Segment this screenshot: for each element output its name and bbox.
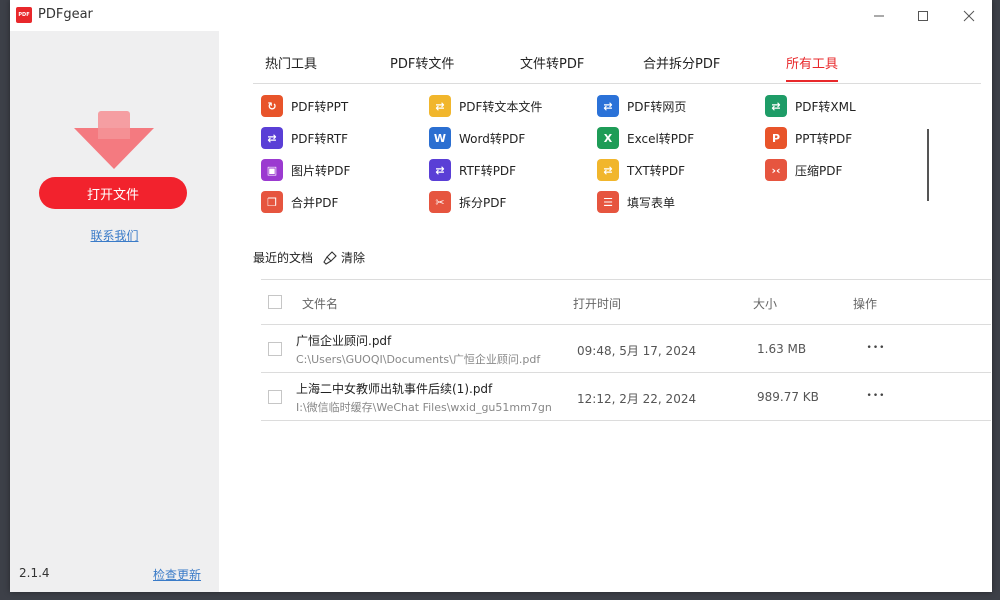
merge-pdf-icon: ❐ (261, 191, 283, 213)
file-name: 广恒企业顾问.pdf (296, 334, 392, 348)
minimize-button[interactable] (856, 0, 902, 31)
tool-label: PPT转PDF (795, 131, 853, 146)
tab-pdf-to-file[interactable]: PDF转文件 (390, 53, 454, 80)
row-checkbox[interactable] (268, 342, 282, 356)
app-title: PDFgear (38, 7, 93, 22)
tool-label: RTF转PDF (459, 163, 517, 178)
pdf-to-rtf-icon: ⇄ (261, 127, 283, 149)
tool-excel-to-pdf[interactable]: X Excel转PDF (597, 126, 694, 150)
tools-scrollbar[interactable] (927, 129, 929, 201)
tool-image-to-pdf[interactable]: ▣ 图片转PDF (261, 158, 350, 182)
pdf-to-xml-icon: ⇄ (765, 95, 787, 117)
recent-header: 最近的文档 清除 (253, 249, 365, 266)
pdf-to-ppt-icon: ↻ (261, 95, 283, 117)
table-row[interactable]: 广恒企业顾问.pdf C:\Users\GUOQI\Documents\广恒企业… (261, 325, 991, 373)
tool-label: PDF转XML (795, 99, 856, 114)
more-options-button[interactable]: ••• (865, 337, 887, 359)
tool-label: PDF转文本文件 (459, 99, 543, 114)
row-checkbox[interactable] (268, 390, 282, 404)
tool-fill-form[interactable]: ☰ 填写表单 (597, 190, 675, 214)
tool-tabs: 热门工具 PDF转文件 文件转PDF 合并拆分PDF 所有工具 (253, 31, 981, 84)
open-time: 12:12, 2月 22, 2024 (577, 392, 697, 406)
check-update-link[interactable]: 检查更新 (153, 566, 201, 583)
recent-files-table: 文件名 打开时间 大小 操作 广恒企业顾问.pdf C:\Users\GUOQI… (261, 279, 991, 421)
contact-us-link[interactable]: 联系我们 (10, 227, 219, 244)
tool-pdf-to-xml[interactable]: ⇄ PDF转XML (765, 94, 856, 118)
table-row[interactable]: 上海二中女教师出轨事件后续(1).pdf I:\微信临时缓存\WeChat Fi… (261, 373, 991, 421)
tool-word-to-pdf[interactable]: W Word转PDF (429, 126, 525, 150)
close-icon (963, 10, 975, 21)
tool-pdf-to-rtf[interactable]: ⇄ PDF转RTF (261, 126, 348, 150)
tool-label: Excel转PDF (627, 131, 695, 146)
column-actions: 操作 (853, 297, 878, 311)
image-to-pdf-icon: ▣ (261, 159, 283, 181)
select-all-checkbox[interactable] (268, 295, 282, 309)
app-logo-icon: PDF (16, 7, 32, 23)
word-to-pdf-icon: W (429, 127, 451, 149)
column-file-name: 文件名 (302, 297, 339, 311)
title-bar: PDF PDFgear (10, 0, 992, 31)
column-size: 大小 (753, 297, 778, 311)
tool-label: 压缩PDF (795, 163, 843, 178)
file-size: 1.63 MB (757, 342, 807, 356)
open-time: 09:48, 5月 17, 2024 (577, 344, 697, 358)
broom-icon (323, 250, 337, 265)
tool-split-pdf[interactable]: ✂ 拆分PDF (429, 190, 506, 214)
tab-merge-split[interactable]: 合并拆分PDF (643, 53, 720, 80)
close-button[interactable] (946, 0, 992, 31)
clear-label: 清除 (341, 251, 366, 265)
tool-label: 填写表单 (627, 195, 676, 210)
tool-label: PDF转PPT (291, 99, 349, 114)
maximize-button[interactable] (900, 0, 946, 31)
tab-file-to-pdf[interactable]: 文件转PDF (520, 53, 584, 80)
tool-txt-to-pdf[interactable]: ⇄ TXT转PDF (597, 158, 685, 182)
ppt-to-pdf-icon: P (765, 127, 787, 149)
tool-label: TXT转PDF (627, 163, 686, 178)
rtf-to-pdf-icon: ⇄ (429, 159, 451, 181)
column-open-time: 打开时间 (573, 297, 622, 311)
file-size: 989.77 KB (757, 390, 819, 404)
tab-hot-tools[interactable]: 热门工具 (265, 53, 317, 80)
file-name: 上海二中女教师出轨事件后续(1).pdf (296, 382, 493, 396)
tool-pdf-to-ppt[interactable]: ↻ PDF转PPT (261, 94, 348, 118)
excel-to-pdf-icon: X (597, 127, 619, 149)
tool-label: 图片转PDF (291, 163, 351, 178)
tool-pdf-to-html[interactable]: ⇄ PDF转网页 (597, 94, 686, 118)
open-file-arrow-icon (74, 111, 154, 169)
tool-pdf-to-txt[interactable]: ⇄ PDF转文本文件 (429, 94, 542, 118)
txt-to-pdf-icon: ⇄ (597, 159, 619, 181)
clear-button[interactable]: 清除 (323, 249, 365, 266)
sidebar: 打开文件 联系我们 2.1.4 检查更新 (10, 31, 219, 592)
split-pdf-icon: ✂ (429, 191, 451, 213)
minimize-icon (874, 15, 884, 16)
file-path: C:\Users\GUOQI\Documents\广恒企业顾问.pdf (296, 353, 541, 366)
app-window: PDF PDFgear 打开文件 联系我们 2.1.4 检查更新 热门工具 PD… (10, 0, 992, 592)
tool-label: PDF转RTF (291, 131, 349, 146)
fill-form-icon: ☰ (597, 191, 619, 213)
more-options-button[interactable]: ••• (865, 385, 887, 407)
tool-label: PDF转网页 (627, 99, 687, 114)
tool-rtf-to-pdf[interactable]: ⇄ RTF转PDF (429, 158, 516, 182)
tool-compress-pdf[interactable]: ›‹ 压缩PDF (765, 158, 842, 182)
file-path: I:\微信临时缓存\WeChat Files\wxid_gu51mm7gn (296, 401, 552, 414)
tool-ppt-to-pdf[interactable]: P PPT转PDF (765, 126, 852, 150)
maximize-icon (918, 10, 928, 21)
pdf-to-html-icon: ⇄ (597, 95, 619, 117)
tool-merge-pdf[interactable]: ❐ 合并PDF (261, 190, 338, 214)
tab-all-tools[interactable]: 所有工具 (786, 53, 839, 82)
more-dots-icon: ••• (866, 343, 886, 353)
tool-label: Word转PDF (459, 131, 526, 146)
more-dots-icon: ••• (866, 391, 886, 401)
tools-grid: ↻ PDF转PPT ⇄ PDF转文本文件 ⇄ PDF转网页 ⇄ PDF转XML … (261, 94, 941, 222)
recent-docs-title: 最近的文档 (253, 251, 314, 265)
table-header: 文件名 打开时间 大小 操作 (261, 279, 991, 325)
open-file-button[interactable]: 打开文件 (39, 177, 187, 209)
pdf-to-txt-icon: ⇄ (429, 95, 451, 117)
tool-label: 拆分PDF (459, 195, 507, 210)
version-label: 2.1.4 (19, 566, 50, 580)
compress-pdf-icon: ›‹ (765, 159, 787, 181)
tool-label: 合并PDF (291, 195, 339, 210)
main-panel: 热门工具 PDF转文件 文件转PDF 合并拆分PDF 所有工具 ↻ PDF转PP… (219, 31, 992, 592)
